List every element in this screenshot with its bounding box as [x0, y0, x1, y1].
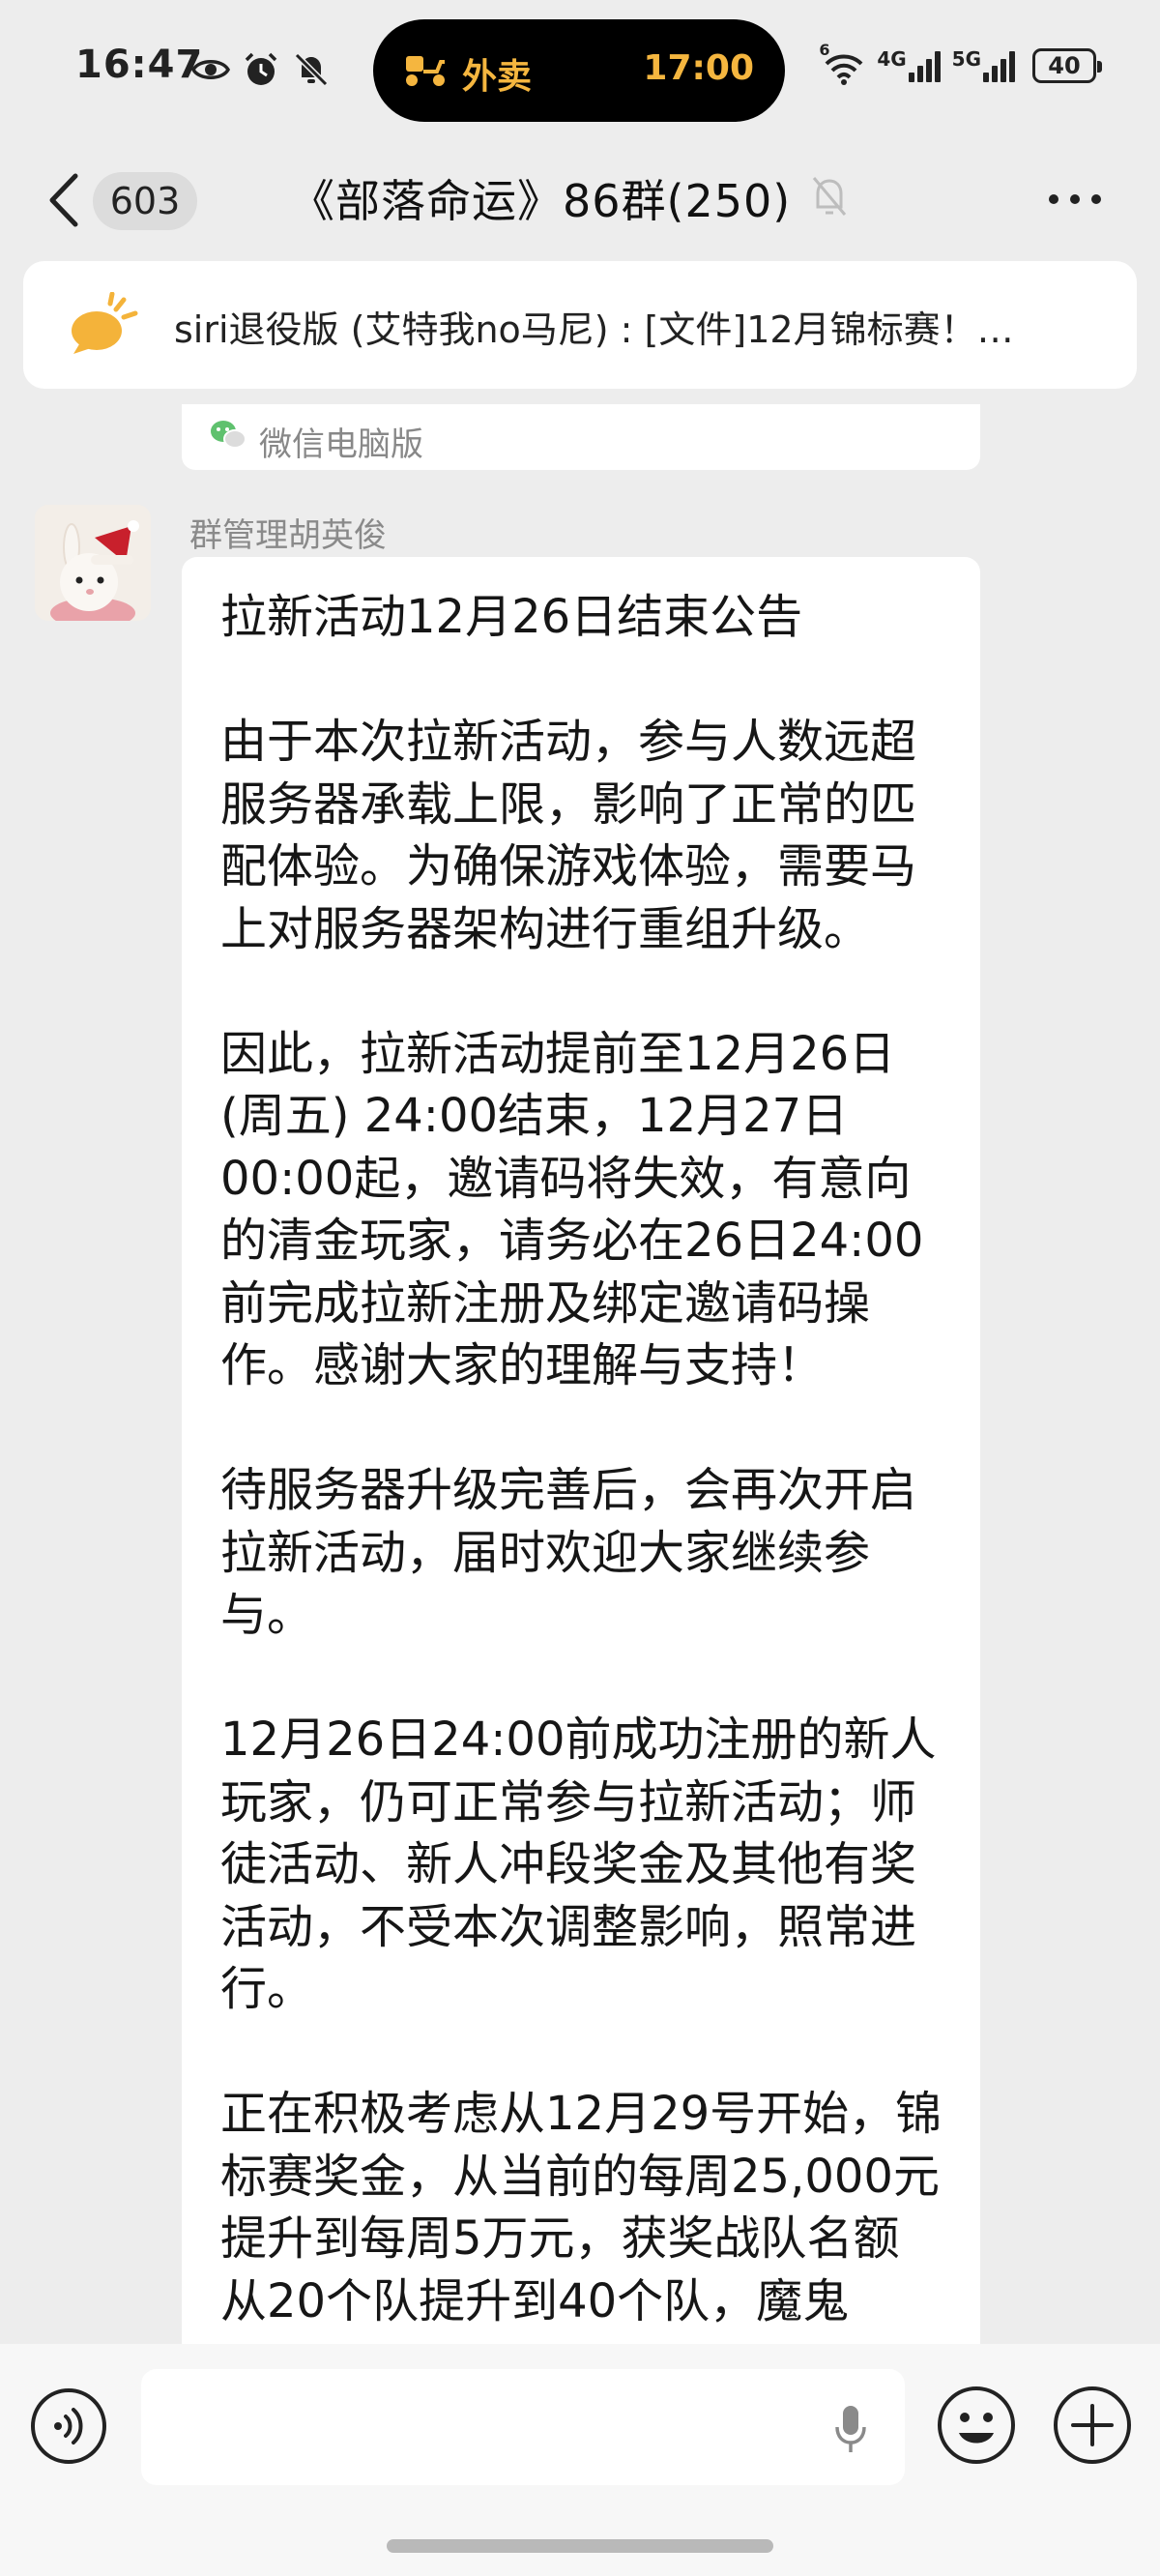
eye-icon [191, 60, 230, 79]
pinned-message-text: siri退役版 (艾特我no马尼) : [文件]12月锦标赛！… [174, 308, 1014, 351]
pinned-message-bar[interactable]: siri退役版 (艾特我no马尼) : [文件]12月锦标赛！… [23, 261, 1137, 389]
plus-icon[interactable] [1052, 2385, 1133, 2466]
message-paragraph: 12月26日24:00前成功注册的新人玩家，仍可正常参与拉新活动；师徒活动、新人… [220, 1712, 937, 2016]
emoji-icon[interactable] [936, 2385, 1017, 2466]
island-time: 17:00 [643, 48, 754, 88]
mic-icon[interactable] [831, 2402, 870, 2456]
status-icons-left [191, 50, 331, 89]
wechat-pc-icon [211, 421, 246, 449]
message-paragraph: 正在积极考虑从12月29号开始，锦标赛奖金，从当前的每周25,000元提升到每周… [220, 2087, 942, 2328]
chat-header: 603 《部落命运》86群(250) [0, 143, 1160, 261]
bunny-avatar-icon [35, 505, 151, 621]
announcement-icon [72, 292, 138, 354]
sender-name: 群管理胡英俊 [189, 516, 387, 555]
previous-message-bubble[interactable]: 微信电脑版 [182, 404, 980, 470]
mute-icon [812, 177, 847, 216]
signal-4g: 4G [877, 47, 941, 82]
battery-level: 40 [1048, 52, 1081, 79]
status-bar: 16:47 外卖 17:00 6 4G 5G 40 [0, 0, 1160, 143]
message-input[interactable] [141, 2369, 905, 2485]
status-icons-right: 6 4G 5G 40 [819, 43, 1102, 85]
message-paragraph: 待服务器升级完善后，会再次开启拉新活动，届时欢迎大家继续参与。 [220, 1463, 917, 1642]
more-icon[interactable] [1046, 180, 1104, 219]
wifi-icon [825, 54, 863, 85]
avatar[interactable] [35, 505, 151, 621]
message-bubble[interactable]: 拉新活动12月26日结束公告 由于本次拉新活动，参与人数远超服务器承载上限，影响… [182, 557, 980, 2344]
dynamic-island-delivery[interactable]: 外卖 17:00 [373, 19, 785, 122]
page-title: 《部落命运》86群(250) [290, 175, 792, 227]
home-indicator[interactable] [387, 2539, 773, 2553]
signal-5g: 5G [952, 49, 1015, 82]
source-label: 微信电脑版 [259, 425, 423, 464]
back-icon[interactable] [43, 166, 85, 234]
message-paragraph: 由于本次拉新活动，参与人数远超服务器承载上限，影响了正常的匹配体验。为确保游戏体… [220, 715, 917, 956]
message-paragraph: 因此，拉新活动提前至12月26日 (周五) 24:00结束，12月27日00:0… [220, 1026, 924, 1393]
net-label-2: 4G [877, 47, 907, 71]
wifi-group: 6 [819, 43, 863, 85]
wechat-group-chat-screen: 16:47 外卖 17:00 6 4G 5G 40 603 《部落命运》86群(… [0, 0, 1160, 2576]
signal-bars-icon [983, 49, 1015, 82]
message-paragraph: 拉新活动12月26日结束公告 [220, 590, 803, 644]
unread-count-badge[interactable]: 603 [93, 172, 197, 230]
island-label: 外卖 [462, 57, 533, 97]
scooter-icon [406, 56, 445, 86]
battery-icon: 40 [1032, 48, 1102, 83]
bell-off-icon [294, 52, 329, 87]
voice-icon[interactable] [29, 2386, 108, 2466]
net-label-3: 5G [951, 47, 981, 71]
alarm-icon [245, 52, 277, 85]
signal-bars-icon [908, 49, 941, 82]
message-list[interactable]: 微信电脑版 群管理胡英俊 拉新活动12月26日结束公告 由于本次拉新活动，参与人… [0, 389, 1160, 2344]
input-bar [0, 2344, 1160, 2576]
status-time: 16:47 [75, 43, 204, 87]
